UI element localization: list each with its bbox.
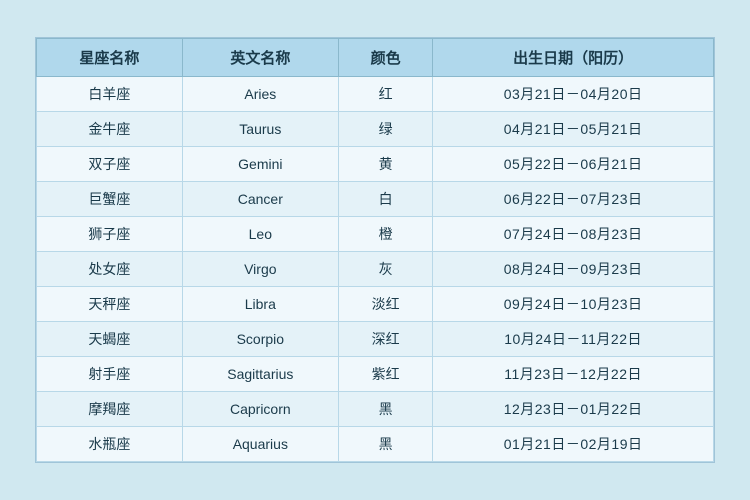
cell-chinese-name: 水瓶座 [37, 427, 183, 462]
cell-dates: 06月22日－07月23日 [433, 182, 714, 217]
cell-color: 紫红 [338, 357, 432, 392]
table-row: 白羊座Aries红03月21日－04月20日 [37, 77, 714, 112]
cell-english-name: Taurus [182, 112, 338, 147]
table-row: 处女座Virgo灰08月24日－09月23日 [37, 252, 714, 287]
table-row: 摩羯座Capricorn黑12月23日－01月22日 [37, 392, 714, 427]
cell-dates: 10月24日－11月22日 [433, 322, 714, 357]
cell-english-name: Libra [182, 287, 338, 322]
cell-chinese-name: 狮子座 [37, 217, 183, 252]
cell-dates: 09月24日－10月23日 [433, 287, 714, 322]
cell-chinese-name: 金牛座 [37, 112, 183, 147]
zodiac-table: 星座名称 英文名称 颜色 出生日期（阳历） 白羊座Aries红03月21日－04… [36, 38, 714, 462]
cell-color: 黑 [338, 427, 432, 462]
cell-english-name: Sagittarius [182, 357, 338, 392]
cell-chinese-name: 天秤座 [37, 287, 183, 322]
cell-dates: 03月21日－04月20日 [433, 77, 714, 112]
header-color: 颜色 [338, 39, 432, 77]
cell-chinese-name: 摩羯座 [37, 392, 183, 427]
cell-dates: 11月23日－12月22日 [433, 357, 714, 392]
zodiac-table-container: 星座名称 英文名称 颜色 出生日期（阳历） 白羊座Aries红03月21日－04… [35, 37, 715, 463]
cell-chinese-name: 射手座 [37, 357, 183, 392]
header-english-name: 英文名称 [182, 39, 338, 77]
table-row: 射手座Sagittarius紫红11月23日－12月22日 [37, 357, 714, 392]
table-row: 巨蟹座Cancer白06月22日－07月23日 [37, 182, 714, 217]
cell-chinese-name: 白羊座 [37, 77, 183, 112]
table-row: 水瓶座Aquarius黑01月21日－02月19日 [37, 427, 714, 462]
cell-dates: 04月21日－05月21日 [433, 112, 714, 147]
cell-english-name: Cancer [182, 182, 338, 217]
cell-color: 黑 [338, 392, 432, 427]
table-row: 双子座Gemini黄05月22日－06月21日 [37, 147, 714, 182]
table-row: 金牛座Taurus绿04月21日－05月21日 [37, 112, 714, 147]
header-dates: 出生日期（阳历） [433, 39, 714, 77]
cell-color: 深红 [338, 322, 432, 357]
table-body: 白羊座Aries红03月21日－04月20日金牛座Taurus绿04月21日－0… [37, 77, 714, 462]
cell-color: 黄 [338, 147, 432, 182]
cell-color: 白 [338, 182, 432, 217]
cell-color: 橙 [338, 217, 432, 252]
cell-english-name: Virgo [182, 252, 338, 287]
cell-dates: 01月21日－02月19日 [433, 427, 714, 462]
table-header-row: 星座名称 英文名称 颜色 出生日期（阳历） [37, 39, 714, 77]
cell-color: 淡红 [338, 287, 432, 322]
table-row: 天秤座Libra淡红09月24日－10月23日 [37, 287, 714, 322]
cell-dates: 05月22日－06月21日 [433, 147, 714, 182]
cell-chinese-name: 处女座 [37, 252, 183, 287]
cell-dates: 08月24日－09月23日 [433, 252, 714, 287]
cell-color: 绿 [338, 112, 432, 147]
cell-color: 红 [338, 77, 432, 112]
cell-english-name: Scorpio [182, 322, 338, 357]
cell-chinese-name: 天蝎座 [37, 322, 183, 357]
cell-dates: 12月23日－01月22日 [433, 392, 714, 427]
table-row: 狮子座Leo橙07月24日－08月23日 [37, 217, 714, 252]
cell-chinese-name: 双子座 [37, 147, 183, 182]
cell-english-name: Gemini [182, 147, 338, 182]
header-chinese-name: 星座名称 [37, 39, 183, 77]
table-row: 天蝎座Scorpio深红10月24日－11月22日 [37, 322, 714, 357]
cell-english-name: Aries [182, 77, 338, 112]
cell-english-name: Leo [182, 217, 338, 252]
cell-color: 灰 [338, 252, 432, 287]
cell-english-name: Capricorn [182, 392, 338, 427]
cell-dates: 07月24日－08月23日 [433, 217, 714, 252]
cell-english-name: Aquarius [182, 427, 338, 462]
cell-chinese-name: 巨蟹座 [37, 182, 183, 217]
